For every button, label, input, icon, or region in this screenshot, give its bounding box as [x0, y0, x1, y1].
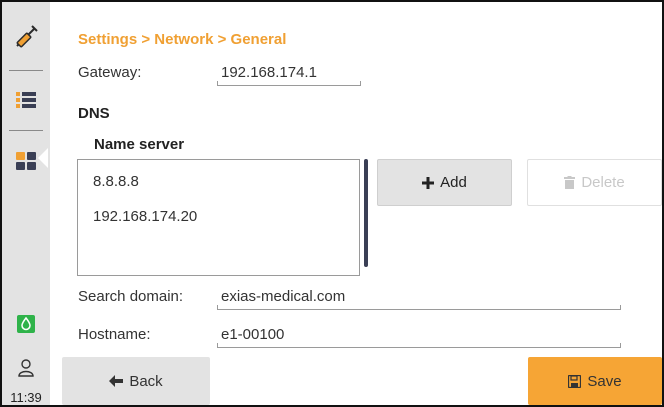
trash-icon: [564, 176, 576, 189]
dns-heading: DNS: [78, 105, 110, 122]
delete-button[interactable]: Delete: [527, 159, 662, 206]
clock-time: 11:39: [10, 390, 42, 405]
add-button-label: Add: [440, 174, 467, 191]
arrow-left-icon: [109, 375, 124, 387]
search-domain-label: Search domain:: [78, 288, 184, 305]
gateway-field[interactable]: 192.168.174.1: [217, 64, 361, 86]
save-button-label: Save: [587, 372, 622, 390]
sidebar: 11:39: [2, 2, 50, 405]
back-button-label: Back: [129, 372, 163, 390]
hostname-label: Hostname:: [78, 326, 151, 343]
name-server-list[interactable]: 8.8.8.8 192.168.174.20: [77, 159, 360, 276]
sidebar-divider: [9, 130, 43, 131]
list-item[interactable]: 8.8.8.8: [93, 173, 139, 190]
gateway-label: Gateway:: [78, 64, 142, 81]
active-indicator: [38, 148, 48, 168]
floppy-disk-icon: [568, 374, 582, 388]
add-button[interactable]: Add: [377, 159, 512, 206]
back-button[interactable]: Back: [62, 357, 210, 405]
save-button[interactable]: Save: [528, 357, 662, 405]
syringe-icon[interactable]: [2, 22, 50, 52]
search-domain-field[interactable]: exias-medical.com: [217, 288, 621, 310]
hostname-field[interactable]: e1-00100: [217, 326, 621, 348]
name-server-label: Name server: [94, 136, 185, 153]
plus-icon: [422, 176, 435, 189]
breadcrumb: Settings > Network > General: [78, 31, 287, 48]
list-scrollbar[interactable]: [364, 159, 368, 267]
sidebar-divider: [9, 70, 43, 71]
user-icon[interactable]: [2, 356, 50, 380]
drop-icon[interactable]: [2, 312, 50, 336]
list-icon[interactable]: [2, 88, 50, 112]
list-item[interactable]: 192.168.174.20: [93, 208, 197, 225]
delete-button-label: Delete: [581, 174, 625, 191]
